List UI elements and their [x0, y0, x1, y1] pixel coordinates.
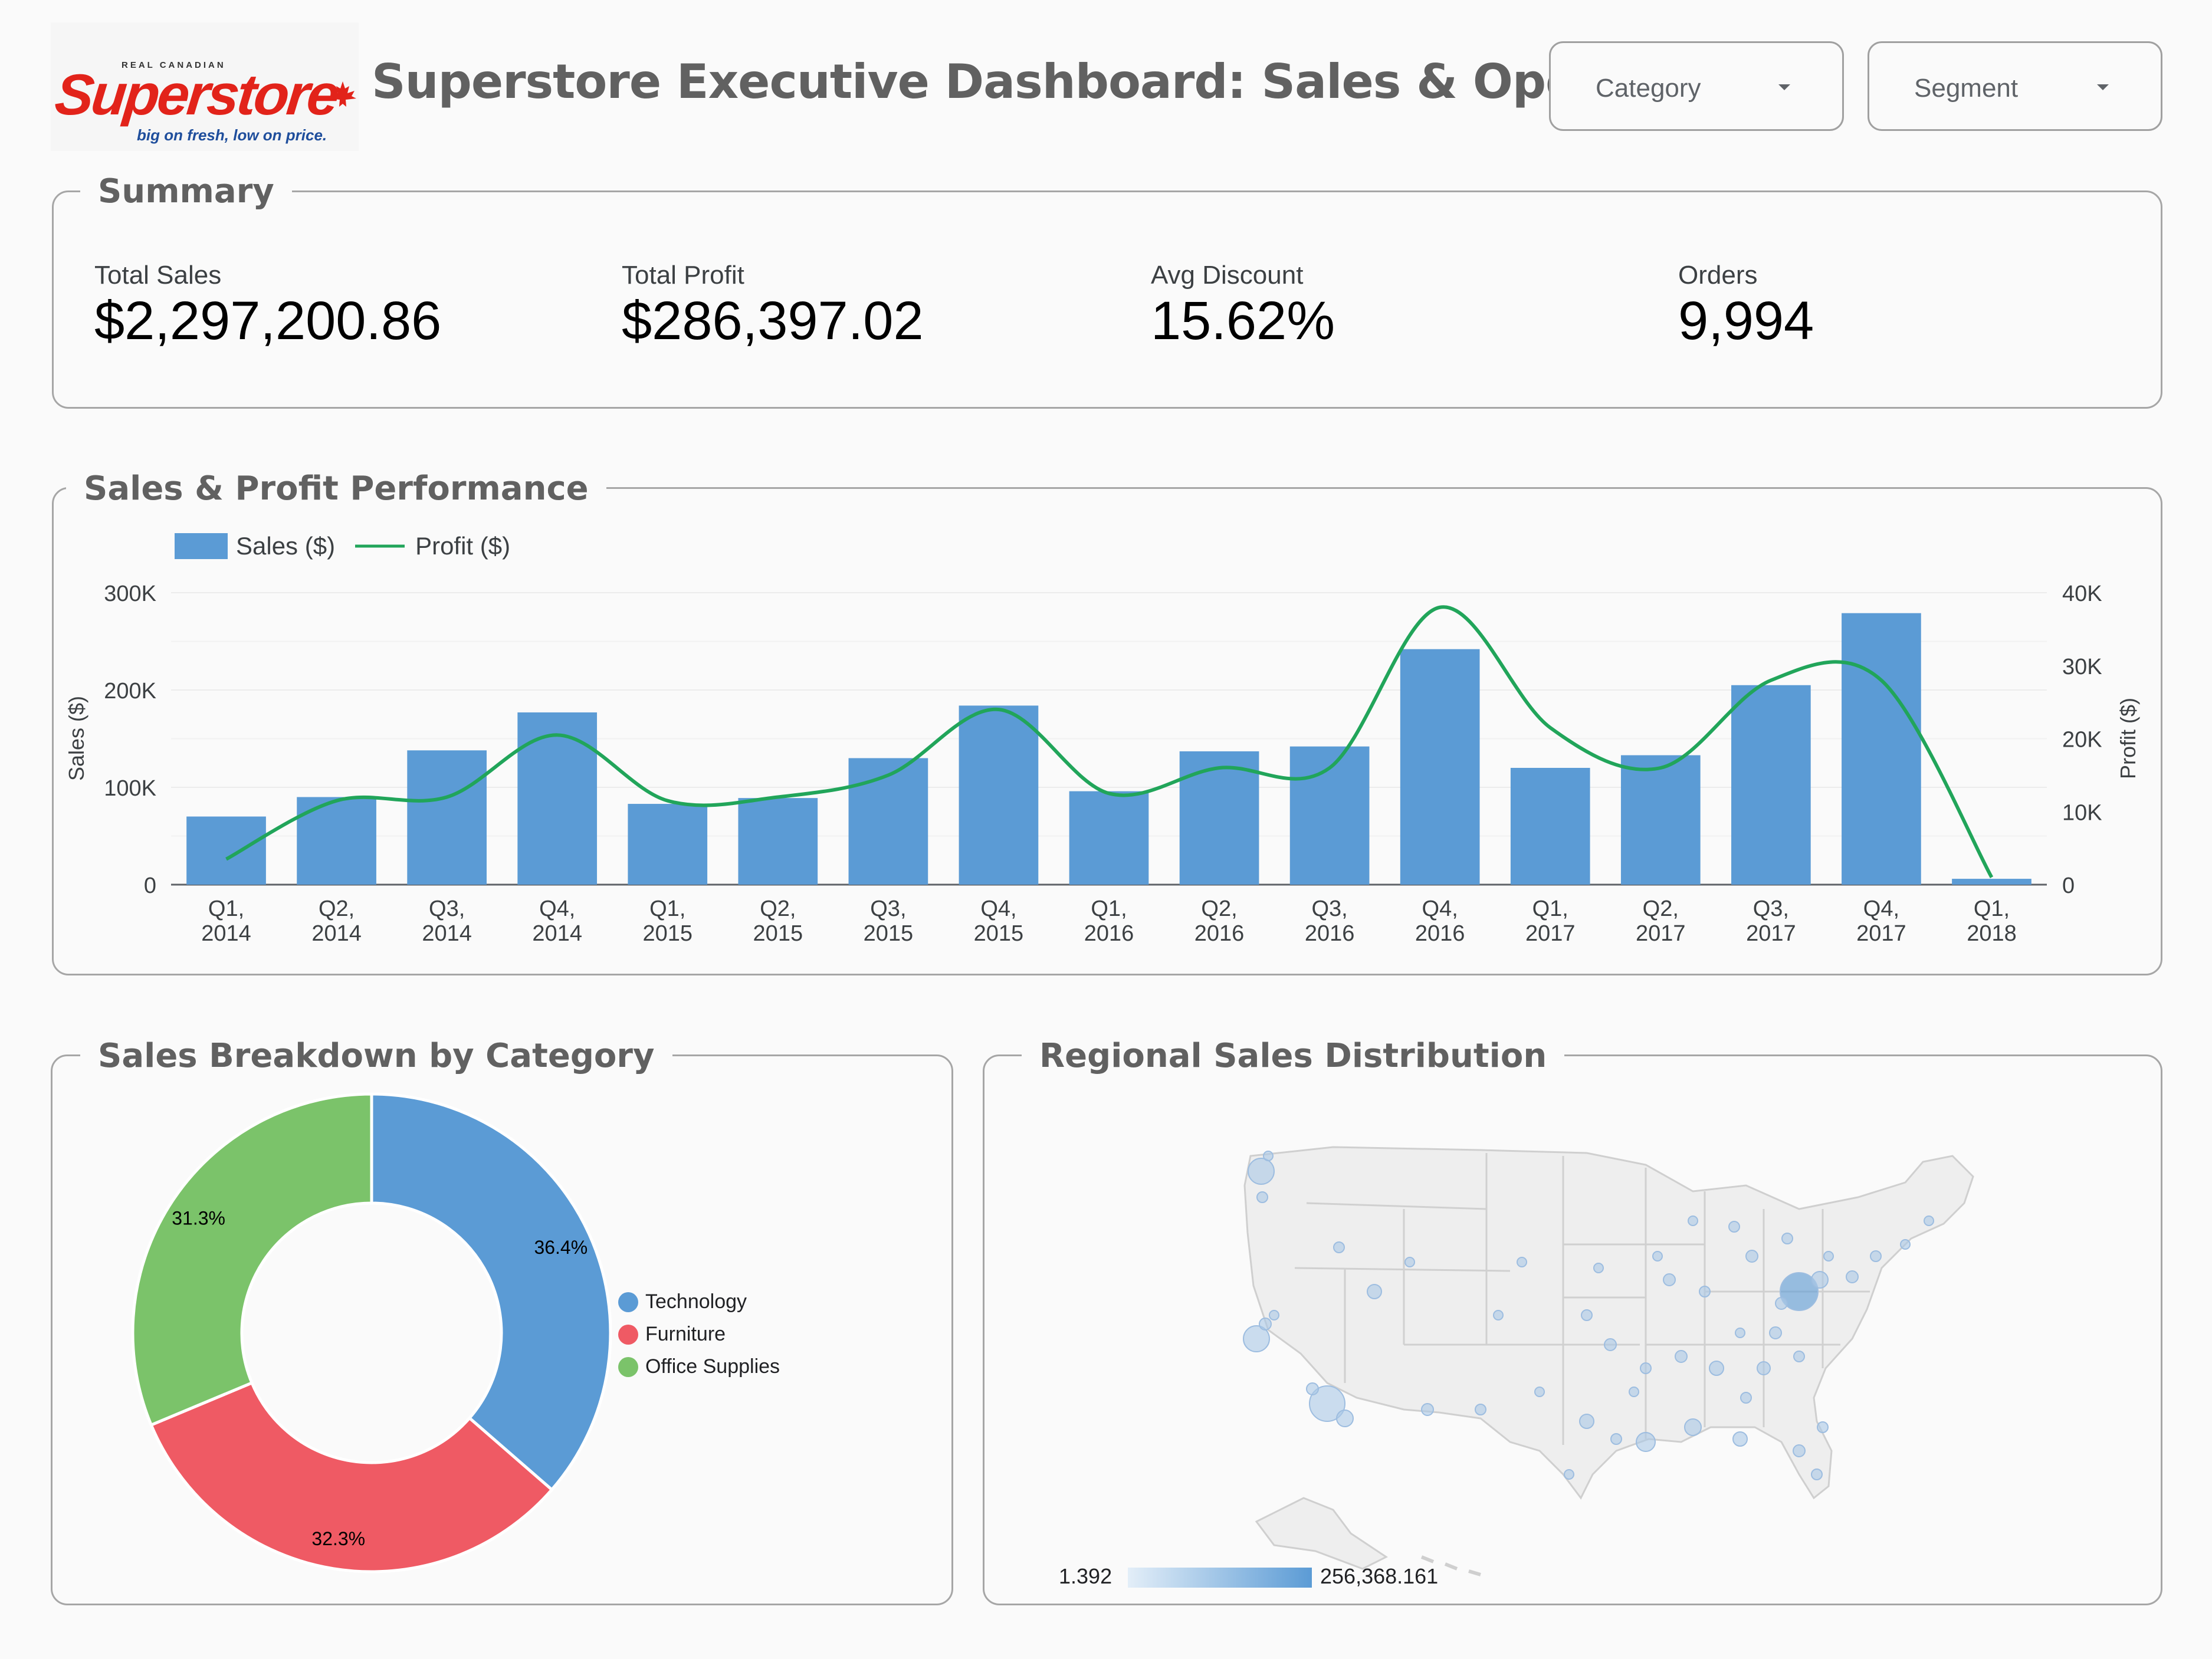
category-donut-chart: 36.4% 32.3% 31.3%: [131, 1092, 612, 1573]
x-tick-label: Q3, 2014: [422, 896, 472, 946]
kpi-label: Total Profit: [622, 261, 744, 290]
y-tick-label: 300K: [104, 582, 156, 606]
legend-dot: [618, 1324, 638, 1345]
category-legend-item[interactable]: Technology: [618, 1286, 780, 1318]
summary-title: Summary: [80, 172, 292, 211]
performance-title: Sales & Profit Performance: [66, 469, 606, 508]
sales-profit-chart: 0 100K 200K 300K 0 10K 20K 30K 40K Sales ($) Profi…: [64, 582, 2140, 946]
logo-tagline: big on fresh, low on price.: [137, 126, 327, 144]
sales-bar[interactable]: [959, 705, 1039, 885]
sales-legend-label: Sales ($): [236, 532, 336, 560]
sales-bar[interactable]: [517, 712, 598, 885]
sales-bar[interactable]: [1620, 755, 1701, 885]
color-scale-bar: [1128, 1568, 1312, 1588]
performance-legend: Sales ($) Profit ($): [175, 532, 510, 560]
logo-brand-text: Superstore: [52, 62, 341, 127]
x-tick-label: Q3, 2017: [1746, 896, 1796, 946]
kpi-value: $286,397.02: [622, 291, 924, 351]
x-tick-label: Q2, 2016: [1194, 896, 1245, 946]
slice-percent-label: 32.3%: [311, 1528, 365, 1549]
segment-filter-dropdown[interactable]: Segment: [1868, 41, 2162, 131]
y-tick-label: 200K: [104, 679, 156, 704]
y-tick-label: 0: [144, 873, 156, 898]
sales-bar[interactable]: [738, 798, 818, 885]
superstore-logo: REAL CANADIAN Superstore big on fresh, l…: [51, 22, 359, 151]
kpi-total-profit: Total Profit $286,397.02: [622, 261, 924, 352]
slice-percent-label: 36.4%: [534, 1237, 588, 1258]
sales-legend-swatch: [175, 533, 228, 559]
x-tick-label: Q2, 2014: [311, 896, 362, 946]
regional-title: Regional Sales Distribution: [1022, 1037, 1565, 1075]
sales-bar[interactable]: [628, 804, 708, 885]
donut-slice-office-supplies[interactable]: [131, 1092, 373, 1427]
legend-label: Furniture: [645, 1323, 726, 1345]
kpi-label: Total Sales: [94, 261, 222, 290]
kpi-label: Orders: [1678, 261, 1758, 290]
dropdown-caret-icon: [2097, 84, 2109, 90]
kpi-value: 9,994: [1678, 291, 1814, 351]
x-tick-label: Q2, 2015: [753, 896, 803, 946]
y-tick-label: 100K: [104, 776, 156, 801]
category-filter-dropdown[interactable]: Category: [1549, 41, 1844, 131]
x-tick-label: Q3, 2016: [1305, 896, 1355, 946]
x-tick-label: Q1, 2016: [1084, 896, 1134, 946]
x-tick-label: Q4, 2017: [1856, 896, 1906, 946]
x-tick-label: Q4, 2015: [974, 896, 1024, 946]
y2-tick-label: 0: [2062, 873, 2075, 898]
category-legend-item[interactable]: Office Supplies: [618, 1351, 780, 1383]
profit-legend-label: Profit ($): [415, 532, 511, 560]
x-tick-label: Q4, 2016: [1415, 896, 1465, 946]
dropdown-caret-icon: [1778, 84, 1790, 90]
maple-leaf-icon: [329, 81, 356, 107]
category-legend: Technology Furniture Office Supplies: [618, 1286, 780, 1383]
kpi-value: 15.62%: [1151, 291, 1335, 351]
scale-max-label: 256,368.161: [1320, 1564, 1439, 1588]
profit-legend-swatch: [355, 544, 405, 548]
segment-filter-label: Segment: [1914, 74, 2019, 103]
kpi-label: Avg Discount: [1151, 261, 1304, 290]
x-tick-label: Q1, 2015: [642, 896, 693, 946]
sales-bar[interactable]: [1731, 685, 1811, 885]
scale-min-label: 1.392: [1059, 1564, 1112, 1588]
x-tick-label: Q1, 2014: [201, 896, 251, 946]
x-tick-label: Q1, 2017: [1525, 896, 1576, 946]
slice-percent-label: 31.3%: [172, 1208, 225, 1229]
sales-bar[interactable]: [407, 750, 487, 885]
kpi-orders: Orders 9,994: [1678, 261, 1814, 352]
sales-bar[interactable]: [1400, 649, 1480, 885]
y2-tick-label: 40K: [2062, 582, 2102, 606]
sales-bar[interactable]: [1952, 879, 2032, 885]
us-map-land: [1243, 1146, 1974, 1576]
sales-bar[interactable]: [186, 816, 266, 885]
sales-bar[interactable]: [1510, 768, 1590, 885]
x-tick-label: Q4, 2014: [532, 896, 582, 946]
legend-dot: [618, 1292, 638, 1312]
y2-tick-label: 20K: [2062, 728, 2102, 753]
x-tick-label: Q2, 2017: [1636, 896, 1686, 946]
category-legend-item[interactable]: Furniture: [618, 1318, 780, 1351]
kpi-total-sales: Total Sales $2,297,200.86: [94, 261, 441, 352]
y-axis-title: Sales ($): [64, 696, 88, 781]
legend-label: Office Supplies: [645, 1355, 780, 1378]
sales-bar[interactable]: [848, 758, 928, 885]
kpi-value: $2,297,200.86: [94, 291, 442, 351]
legend-label: Technology: [645, 1290, 747, 1313]
y2-tick-label: 10K: [2062, 800, 2102, 825]
sales-bar[interactable]: [1069, 791, 1149, 885]
y2-axis-title: Profit ($): [2116, 698, 2140, 779]
category-title: Sales Breakdown by Category: [80, 1037, 672, 1075]
kpi-avg-discount: Avg Discount 15.62%: [1151, 261, 1335, 352]
x-tick-label: Q3, 2015: [864, 896, 914, 946]
sales-bar[interactable]: [1842, 613, 1921, 885]
donut-slice-technology[interactable]: [370, 1092, 612, 1492]
y2-tick-label: 30K: [2062, 655, 2102, 679]
category-filter-label: Category: [1596, 74, 1701, 103]
legend-dot: [618, 1356, 638, 1377]
us-sales-map[interactable]: [1233, 1121, 2011, 1581]
x-tick-label: Q1, 2018: [1967, 896, 2017, 946]
